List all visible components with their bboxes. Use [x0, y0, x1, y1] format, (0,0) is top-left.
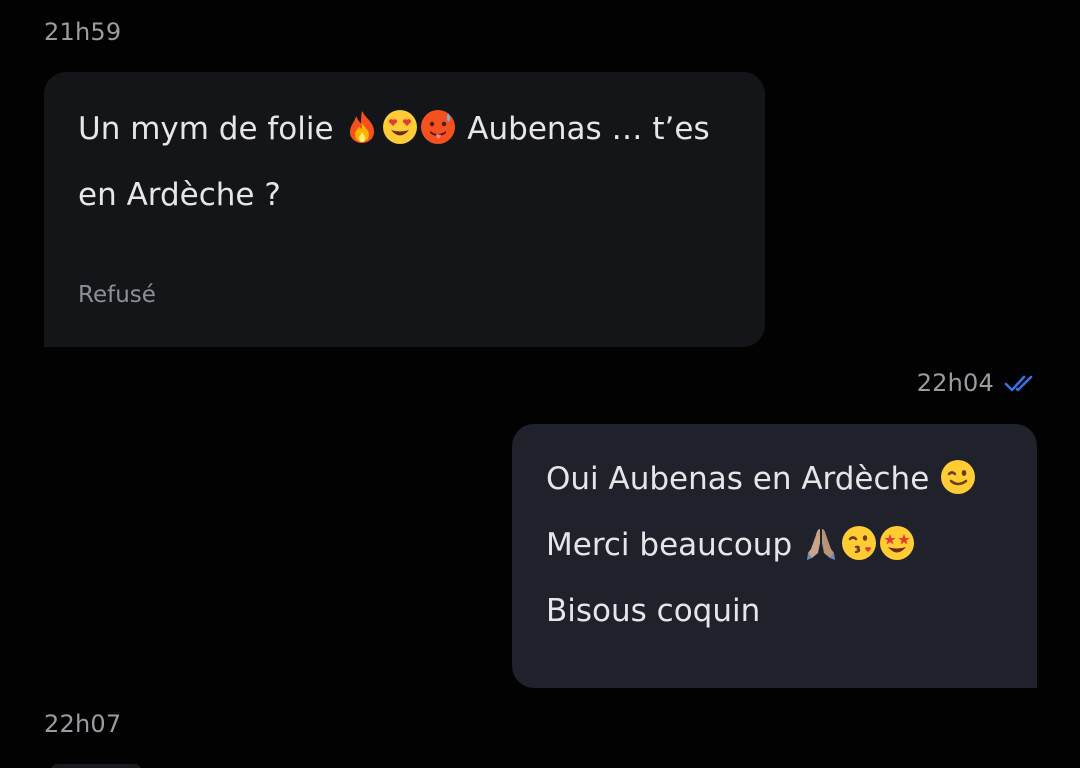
star-struck-emoji — [879, 525, 915, 561]
fire-emoji — [344, 109, 380, 145]
winking-face-emoji — [940, 459, 976, 495]
double-check-icon — [1004, 372, 1036, 394]
sent-meta: 22h04 — [917, 369, 1036, 397]
message-line-text: Un mym de folie — [78, 111, 344, 147]
incoming-message-bubble[interactable]: Un mym de folie Aubenas … t’es en Ardèch… — [44, 72, 765, 347]
hot-face-emoji — [420, 109, 456, 145]
message-line-text: Aubenas … t’es — [457, 111, 710, 147]
message-line: Bisous coquin — [546, 593, 761, 629]
message-line-text: Merci beaucoup — [546, 527, 802, 563]
message-timestamp: 22h04 — [916, 369, 994, 397]
next-message-bubble-edge — [50, 764, 142, 768]
kissing-heart-emoji — [841, 525, 877, 561]
message-line: en Ardèche ? — [78, 177, 281, 213]
message-line: Merci beaucoup — [546, 512, 1003, 578]
message-text: Oui Aubenas en Ardèche Merci beaucoup Bi… — [546, 446, 1003, 644]
message-line: Un mym de folie Aubenas … t’es — [78, 96, 731, 162]
message-timestamp: 22h07 — [44, 710, 122, 738]
message-text: Un mym de folie Aubenas … t’es en Ardèch… — [78, 96, 731, 228]
outgoing-message-bubble[interactable]: Oui Aubenas en Ardèche Merci beaucoup Bi… — [512, 424, 1037, 688]
chat-thread: 21h59 Un mym de folie Aubenas … t’es en … — [0, 0, 1080, 768]
message-status: Refusé — [78, 282, 156, 308]
message-line-text: Oui Aubenas en Ardèche — [546, 461, 940, 497]
heart-eyes-emoji — [382, 109, 418, 145]
message-timestamp: 21h59 — [44, 18, 122, 46]
folded-hands-emoji — [803, 525, 839, 561]
message-line: Oui Aubenas en Ardèche — [546, 446, 1003, 512]
